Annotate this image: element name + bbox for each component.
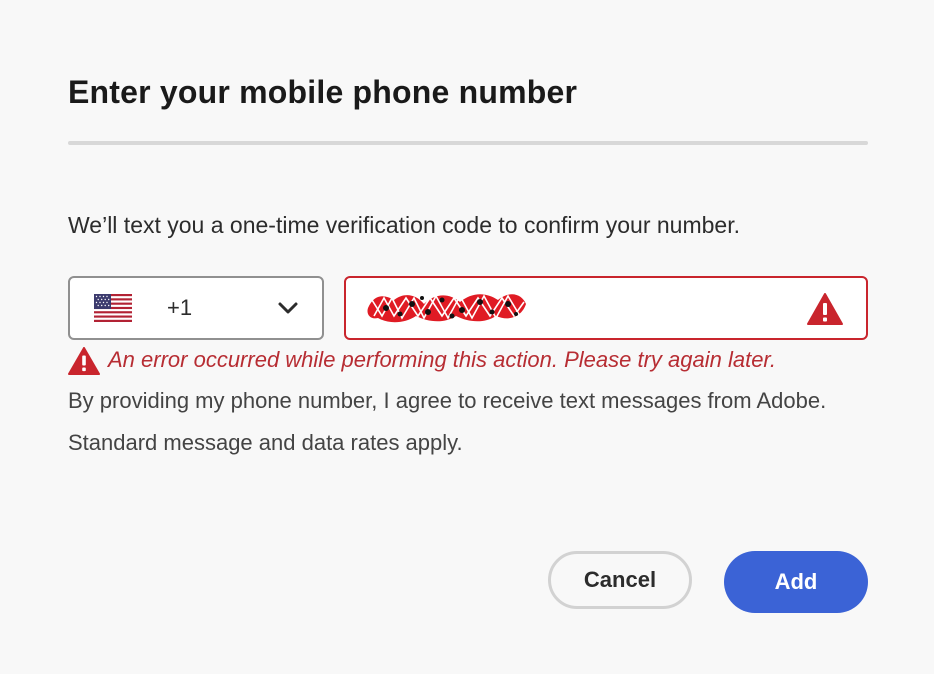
error-message: An error occurred while performing this …: [68, 346, 868, 376]
dialog-title: Enter your mobile phone number: [68, 74, 578, 110]
phone-number-field[interactable]: [344, 276, 868, 340]
dialog-description: We’ll text you a one-time verification c…: [68, 212, 740, 238]
error-message-text: An error occurred while performing this …: [108, 347, 777, 372]
cancel-button[interactable]: Cancel: [548, 551, 692, 609]
country-code-select[interactable]: +1: [68, 276, 324, 340]
warning-icon: [807, 293, 843, 325]
phone-number-input[interactable]: [364, 288, 788, 330]
title-divider: [68, 141, 868, 145]
chevron-down-icon: [278, 302, 298, 314]
us-flag-icon: [94, 294, 132, 322]
add-phone-dialog: Enter your mobile phone number We’ll tex…: [0, 0, 934, 674]
add-button[interactable]: Add: [724, 551, 868, 613]
consent-text: By providing my phone number, I agree to…: [68, 388, 827, 455]
warning-icon: [68, 347, 100, 375]
dial-code-label: +1: [167, 295, 193, 320]
